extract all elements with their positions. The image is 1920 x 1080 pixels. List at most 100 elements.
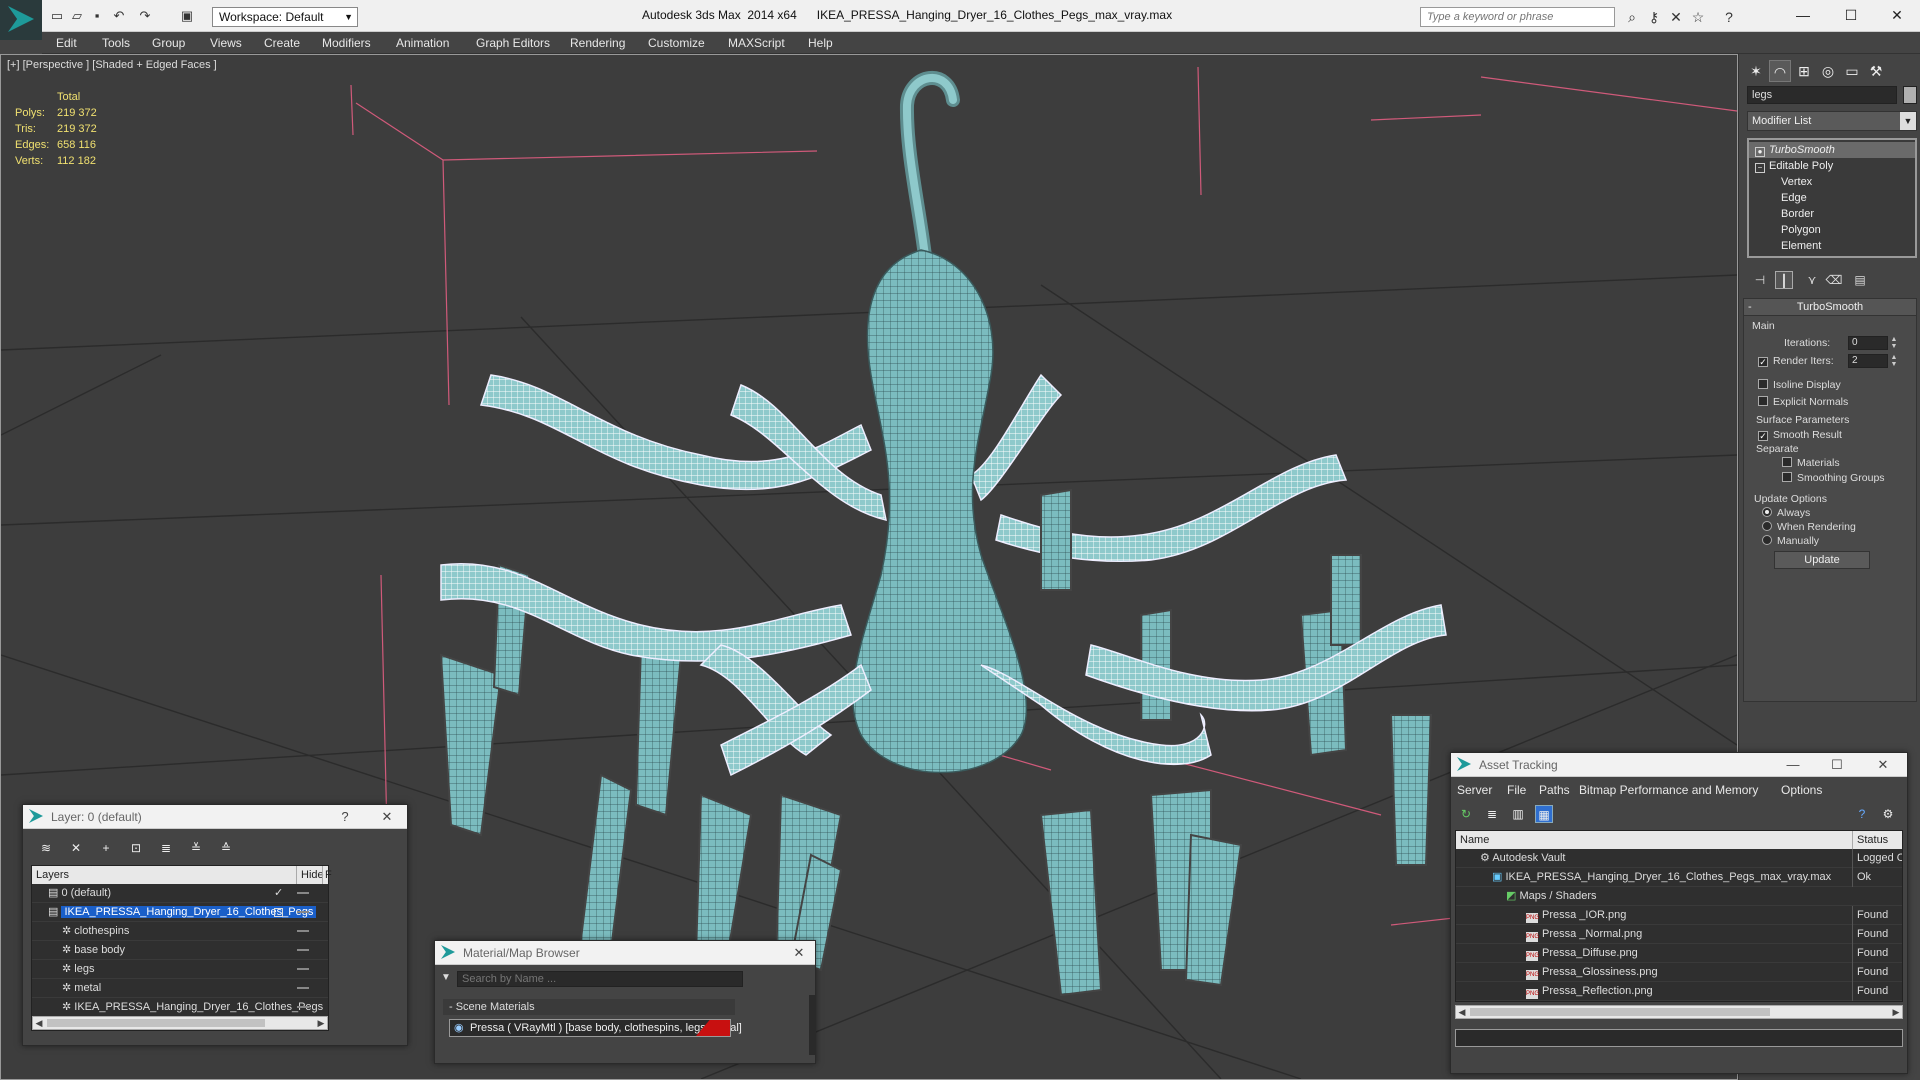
stack-item-border[interactable]: Border [1781,206,1814,222]
menu-create[interactable]: Create [264,36,300,50]
options-dropdown-icon[interactable]: ▼ [441,972,451,983]
scroll-thumb[interactable] [47,1019,265,1027]
modifier-stack[interactable]: ● TurboSmooth − Editable Poly Vertex Edge … [1747,138,1917,258]
isoline-checkbox[interactable] [1758,379,1768,389]
layer-row[interactable]: ▤ IKEA_PRESSA_Hanging_Dryer_16_Clothes_P… [32,903,328,922]
close-button[interactable]: ✕ [375,805,399,829]
viewport-label[interactable]: [+] [Perspective ] [Shaded + Edged Faces… [7,59,217,71]
layer-row[interactable]: ✲ metal [32,979,328,998]
asset-row[interactable]: ▣ IKEA_PRESSA_Hanging_Dryer_16_Clothes_P… [1456,868,1902,887]
scroll-left-icon[interactable]: ◀ [33,1017,45,1029]
asset-row[interactable]: PNG Pressa_Diffuse.png Found [1456,944,1902,963]
layer-list[interactable]: Layers Hide F ▤ 0 (default) ✓ ▤ IKEA_PRES… [31,865,332,1031]
layer-row[interactable]: ▤ 0 (default) ✓ [32,884,328,903]
minimize-button[interactable]: — [1780,0,1826,30]
menu-rendering[interactable]: Rendering [570,36,625,50]
asset-row[interactable]: PNG Pressa _IOR.png Found [1456,906,1902,925]
asset-row[interactable]: PNG Pressa_Glossiness.png Found [1456,963,1902,982]
render-iters-row[interactable]: ✓ Render Iters: [1758,355,1834,367]
binoculars-icon[interactable]: ⌕ [1623,8,1641,26]
menu-graph-editors[interactable]: Graph Editors [476,36,550,50]
hide-toggle[interactable] [297,1006,309,1008]
when-rendering-row[interactable]: When Rendering [1762,521,1856,533]
material-row[interactable]: ◉ Pressa ( VRayMtl ) [base body, clothesp… [449,1019,742,1037]
scroll-right-icon[interactable]: ▶ [1890,1006,1902,1018]
select-layer-icon[interactable]: ≣ [157,839,175,857]
col-status[interactable]: Status [1852,831,1888,849]
material-search-input[interactable] [457,971,743,987]
display-tab-icon[interactable]: ▭ [1841,60,1863,82]
menu-modifiers[interactable]: Modifiers [322,36,371,50]
maximize-button[interactable]: ☐ [1825,753,1849,777]
make-unique-icon[interactable]: ⋎ [1803,271,1821,289]
explicit-normals-checkbox[interactable] [1758,396,1768,406]
search-input[interactable] [1421,8,1614,26]
update-button[interactable]: Update [1774,551,1870,569]
stack-item-edge[interactable]: Edge [1781,190,1807,206]
layer-row[interactable]: ✲ clothespins [32,922,328,941]
asset-list[interactable]: Name Status ⚙ Autodesk Vault Logged Out ▣… [1455,830,1903,1002]
show-end-result-icon[interactable]: ┃ [1775,271,1793,289]
help-icon[interactable]: ? [1720,8,1738,26]
scroll-right-icon[interactable]: ▶ [315,1017,327,1029]
open-file-icon[interactable]: ▱ [68,7,86,25]
layer-row[interactable]: ✲ IKEA_PRESSA_Hanging_Dryer_16_Clothes_P… [32,998,328,1017]
isoline-row[interactable]: Isoline Display [1758,379,1841,391]
pin-stack-icon[interactable]: ⊣ [1751,271,1769,289]
maximize-button[interactable]: ☐ [1828,0,1874,30]
favorites-star-icon[interactable]: ☆ [1689,8,1707,26]
configure-sets-icon[interactable]: ▤ [1851,271,1869,289]
create-tab-icon[interactable]: ✶ [1745,60,1767,82]
stack-item-polygon[interactable]: Polygon [1781,222,1821,238]
asset-row[interactable]: PNG Pressa_Reflection.png Found [1456,982,1902,1001]
app-logo-button[interactable] [0,0,42,40]
when-rendering-radio[interactable] [1762,521,1772,531]
hide-all-icon[interactable]: ≙ [217,839,235,857]
help-search[interactable] [1420,7,1615,27]
layer-row[interactable]: ✲ legs [32,960,328,979]
menu-views[interactable]: Views [210,36,242,50]
iterations-spinner[interactable]: 0 [1848,336,1888,350]
menu-server[interactable]: Server [1457,783,1492,797]
utilities-tab-icon[interactable]: ⚒ [1865,60,1887,82]
object-color-swatch[interactable] [1903,86,1917,104]
col-freeze[interactable]: F [322,866,332,884]
undo-icon[interactable]: ↶ [110,7,128,25]
modifier-list-dropdown[interactable]: Modifier List ▼ [1747,111,1917,131]
always-radio[interactable] [1762,507,1772,517]
help-icon[interactable]: ? [1853,805,1871,823]
hide-toggle[interactable] [297,911,309,913]
menu-animation[interactable]: Animation [396,36,449,50]
refresh-icon[interactable]: ↻ [1457,805,1475,823]
render-iters-checkbox[interactable]: ✓ [1758,357,1768,367]
bulb-icon[interactable]: ● [1755,147,1765,157]
layer-window-titlebar[interactable]: Layer: 0 (default)? ✕ [23,805,407,829]
hierarchy-tab-icon[interactable]: ⊞ [1793,60,1815,82]
horizontal-scrollbar[interactable]: ◀ ▶ [32,1016,328,1030]
help-button[interactable]: ? [333,805,357,829]
menu-maxscript[interactable]: MAXScript [728,36,785,50]
menu-edit[interactable]: Edit [56,36,77,50]
asset-tracking-titlebar[interactable]: Asset Tracking — ☐ ✕ [1451,753,1907,777]
layer-row[interactable]: ✲ base body [32,941,328,960]
hide-toggle[interactable] [297,987,309,989]
hide-toggle[interactable] [297,930,309,932]
scene-materials-group[interactable]: - Scene Materials [443,999,735,1015]
menu-tools[interactable]: Tools [102,36,130,50]
smooth-result-row[interactable]: ✓ Smooth Result [1758,429,1842,441]
select-objects-icon[interactable]: ⊡ [127,839,145,857]
save-file-icon[interactable]: ▪ [88,7,106,25]
close-button[interactable]: ✕ [1874,0,1920,30]
minimize-button[interactable]: — [1781,753,1805,777]
explicit-normals-row[interactable]: Explicit Normals [1758,396,1848,408]
asset-row[interactable]: ◩ Maps / Shaders [1456,887,1902,906]
settings-icon[interactable]: ⚙ [1879,805,1897,823]
close-button[interactable]: ✕ [1871,753,1895,777]
manually-radio[interactable] [1762,535,1772,545]
add-to-layer-icon[interactable]: + [97,839,115,857]
hide-toggle[interactable] [297,949,309,951]
manually-row[interactable]: Manually [1762,535,1819,547]
render-iters-spinner[interactable]: 2 [1848,354,1888,368]
menu-group[interactable]: Group [152,36,185,50]
hide-toggle[interactable] [297,892,309,894]
